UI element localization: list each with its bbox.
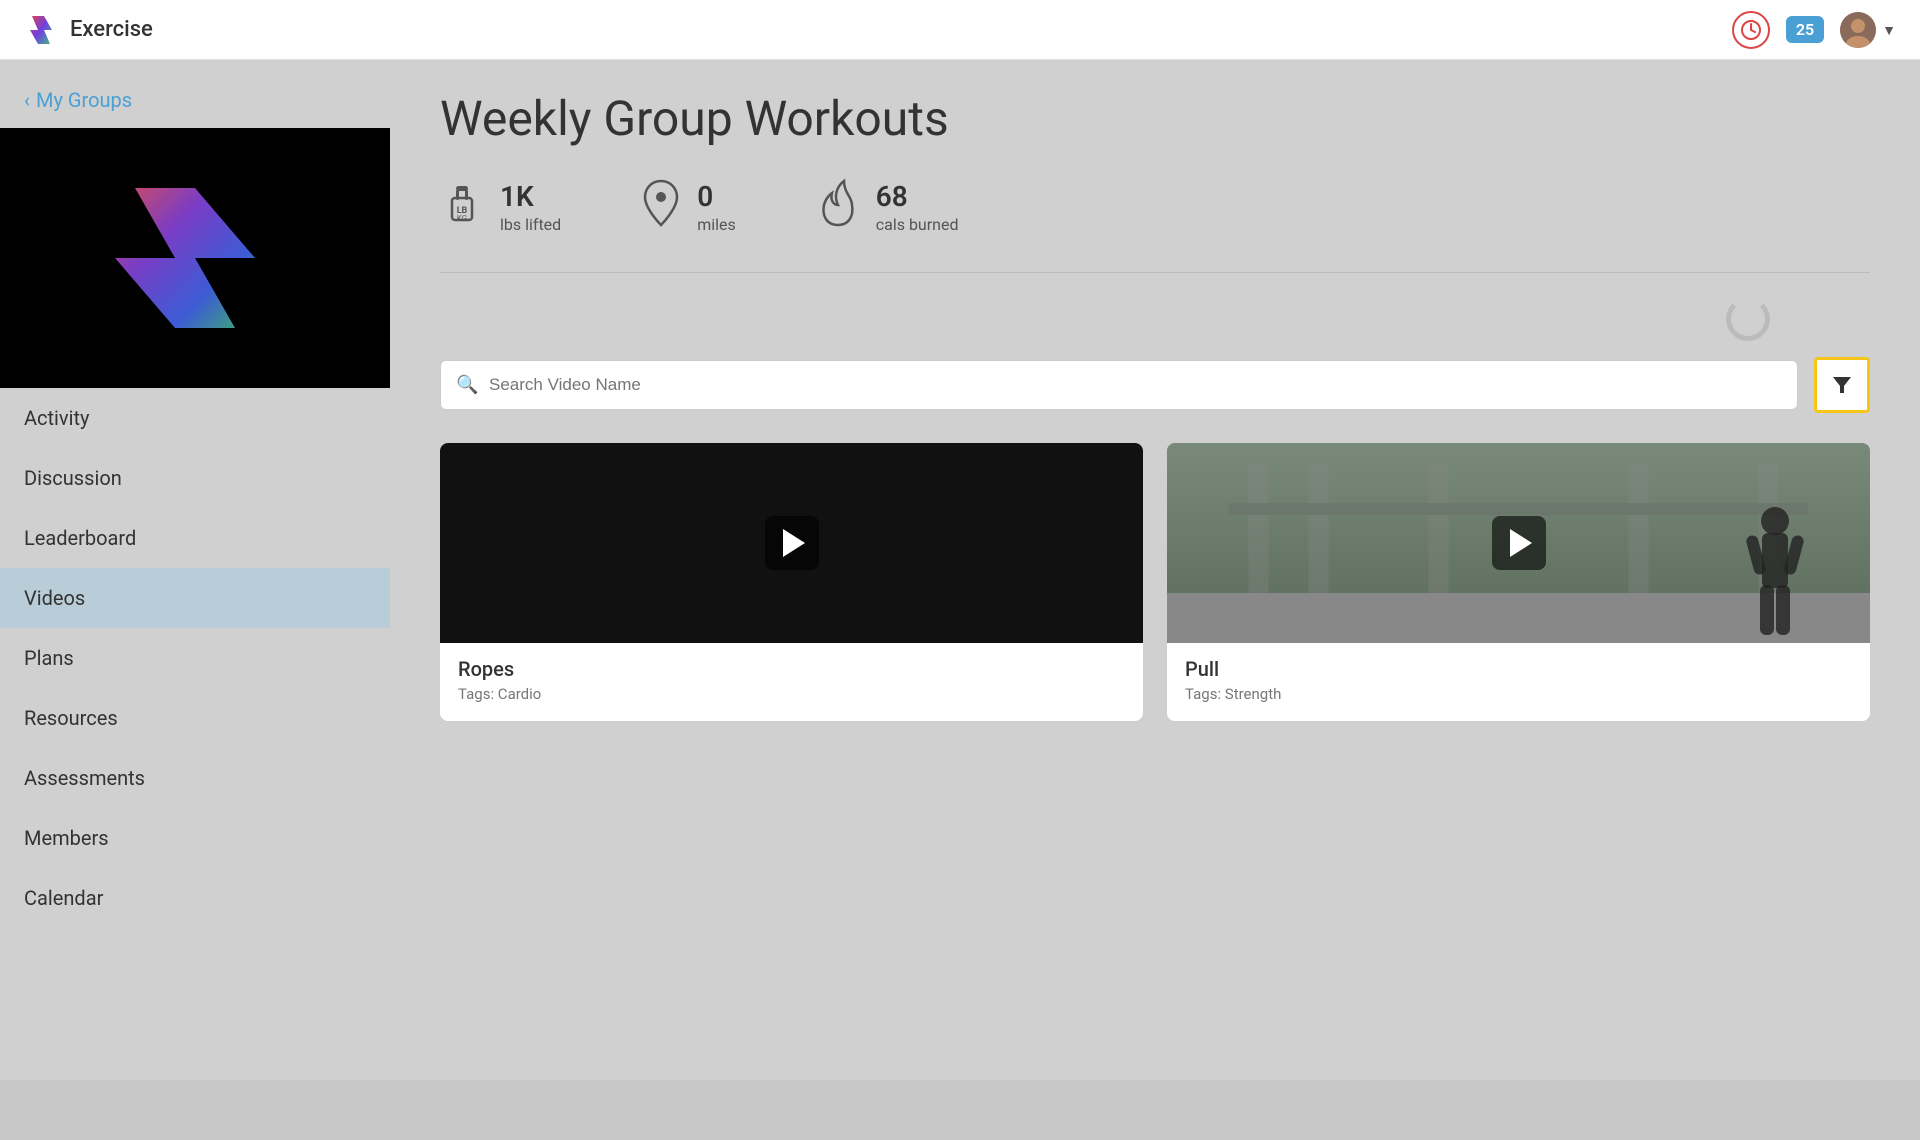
clock-icon bbox=[1740, 19, 1762, 41]
clock-button[interactable] bbox=[1732, 11, 1770, 49]
video-thumb-pull bbox=[1167, 443, 1870, 643]
sidebar-item-discussion[interactable]: Discussion bbox=[0, 448, 390, 508]
video-name-pull: Pull bbox=[1185, 657, 1852, 681]
video-grid: Ropes Tags: Cardio bbox=[440, 443, 1870, 721]
video-card-ropes[interactable]: Ropes Tags: Cardio bbox=[440, 443, 1143, 721]
sidebar-item-leaderboard[interactable]: Leaderboard bbox=[0, 508, 390, 568]
location-icon bbox=[641, 177, 681, 236]
sidebar-item-calendar[interactable]: Calendar bbox=[0, 868, 390, 928]
stat-miles-text: 0 miles bbox=[697, 180, 736, 234]
stat-cals-text: 68 cals burned bbox=[876, 180, 959, 234]
video-tags-ropes: Tags: Cardio bbox=[458, 685, 1125, 703]
stat-lbs-text: 1K lbs lifted bbox=[500, 180, 561, 234]
video-info-ropes: Ropes Tags: Cardio bbox=[440, 643, 1143, 721]
video-card-pull[interactable]: Pull Tags: Strength bbox=[1167, 443, 1870, 721]
user-menu-button[interactable]: ▼ bbox=[1840, 12, 1896, 48]
stat-lbs-label: lbs lifted bbox=[500, 215, 561, 234]
svg-text:KG: KG bbox=[457, 214, 467, 223]
avatar bbox=[1840, 12, 1876, 48]
sidebar: ‹ My Groups Activ bbox=[0, 60, 390, 1080]
figure-silhouette bbox=[1740, 503, 1810, 643]
search-icon: 🔍 bbox=[456, 375, 478, 396]
stat-miles: 0 miles bbox=[641, 177, 736, 236]
main-content: Weekly Group Workouts LB KG 1K lbs li bbox=[390, 60, 1920, 1080]
sidebar-item-videos[interactable]: Videos bbox=[0, 568, 390, 628]
group-logo-graphic bbox=[95, 158, 295, 358]
video-info-pull: Pull Tags: Strength bbox=[1167, 643, 1870, 721]
group-image bbox=[0, 128, 390, 388]
chevron-down-icon: ▼ bbox=[1882, 22, 1896, 38]
stat-lbs-value: 1K bbox=[500, 180, 561, 213]
chevron-left-icon: ‹ bbox=[24, 88, 30, 112]
logo-icon bbox=[24, 12, 60, 48]
app-title: Exercise bbox=[70, 17, 153, 42]
filter-button[interactable] bbox=[1814, 357, 1870, 413]
play-button-pull[interactable] bbox=[1492, 516, 1546, 570]
search-filter-area: 🔍 bbox=[440, 357, 1870, 413]
search-input-wrapper: 🔍 bbox=[440, 360, 1798, 410]
play-triangle-icon bbox=[783, 529, 805, 557]
sidebar-item-members[interactable]: Members bbox=[0, 808, 390, 868]
stat-lbs-lifted: LB KG 1K lbs lifted bbox=[440, 178, 561, 235]
top-navigation: Exercise 25 ▼ bbox=[0, 0, 1920, 60]
nav-actions: 25 ▼ bbox=[1732, 11, 1896, 49]
loading-spinner-area bbox=[440, 297, 1870, 341]
video-name-ropes: Ropes bbox=[458, 657, 1125, 681]
stats-row: LB KG 1K lbs lifted bbox=[440, 177, 1870, 236]
back-link-label: My Groups bbox=[36, 88, 132, 112]
stat-miles-value: 0 bbox=[697, 180, 736, 213]
sidebar-item-plans[interactable]: Plans bbox=[0, 628, 390, 688]
loading-spinner bbox=[1726, 297, 1770, 341]
weight-icon: LB KG bbox=[440, 178, 484, 235]
app-logo[interactable]: Exercise bbox=[24, 12, 153, 48]
notification-badge[interactable]: 25 bbox=[1786, 16, 1824, 43]
search-input[interactable] bbox=[440, 360, 1798, 410]
stat-cals: 68 cals burned bbox=[816, 177, 959, 236]
fire-icon bbox=[816, 177, 860, 236]
sidebar-item-activity[interactable]: Activity bbox=[0, 388, 390, 448]
video-tags-pull: Tags: Strength bbox=[1185, 685, 1852, 703]
back-to-my-groups-link[interactable]: ‹ My Groups bbox=[0, 80, 390, 128]
filter-icon bbox=[1830, 373, 1854, 397]
play-triangle-icon-pull bbox=[1510, 529, 1532, 557]
stat-cals-value: 68 bbox=[876, 180, 959, 213]
sidebar-item-assessments[interactable]: Assessments bbox=[0, 748, 390, 808]
group-title: Weekly Group Workouts bbox=[440, 90, 1870, 147]
stat-cals-label: cals burned bbox=[876, 215, 959, 234]
stats-divider bbox=[440, 272, 1870, 273]
sidebar-item-resources[interactable]: Resources bbox=[0, 688, 390, 748]
stat-miles-label: miles bbox=[697, 215, 736, 234]
sidebar-nav-menu: Activity Discussion Leaderboard Videos P… bbox=[0, 388, 390, 928]
play-button-ropes[interactable] bbox=[765, 516, 819, 570]
app-layout: ‹ My Groups Activ bbox=[0, 60, 1920, 1080]
video-thumb-ropes bbox=[440, 443, 1143, 643]
